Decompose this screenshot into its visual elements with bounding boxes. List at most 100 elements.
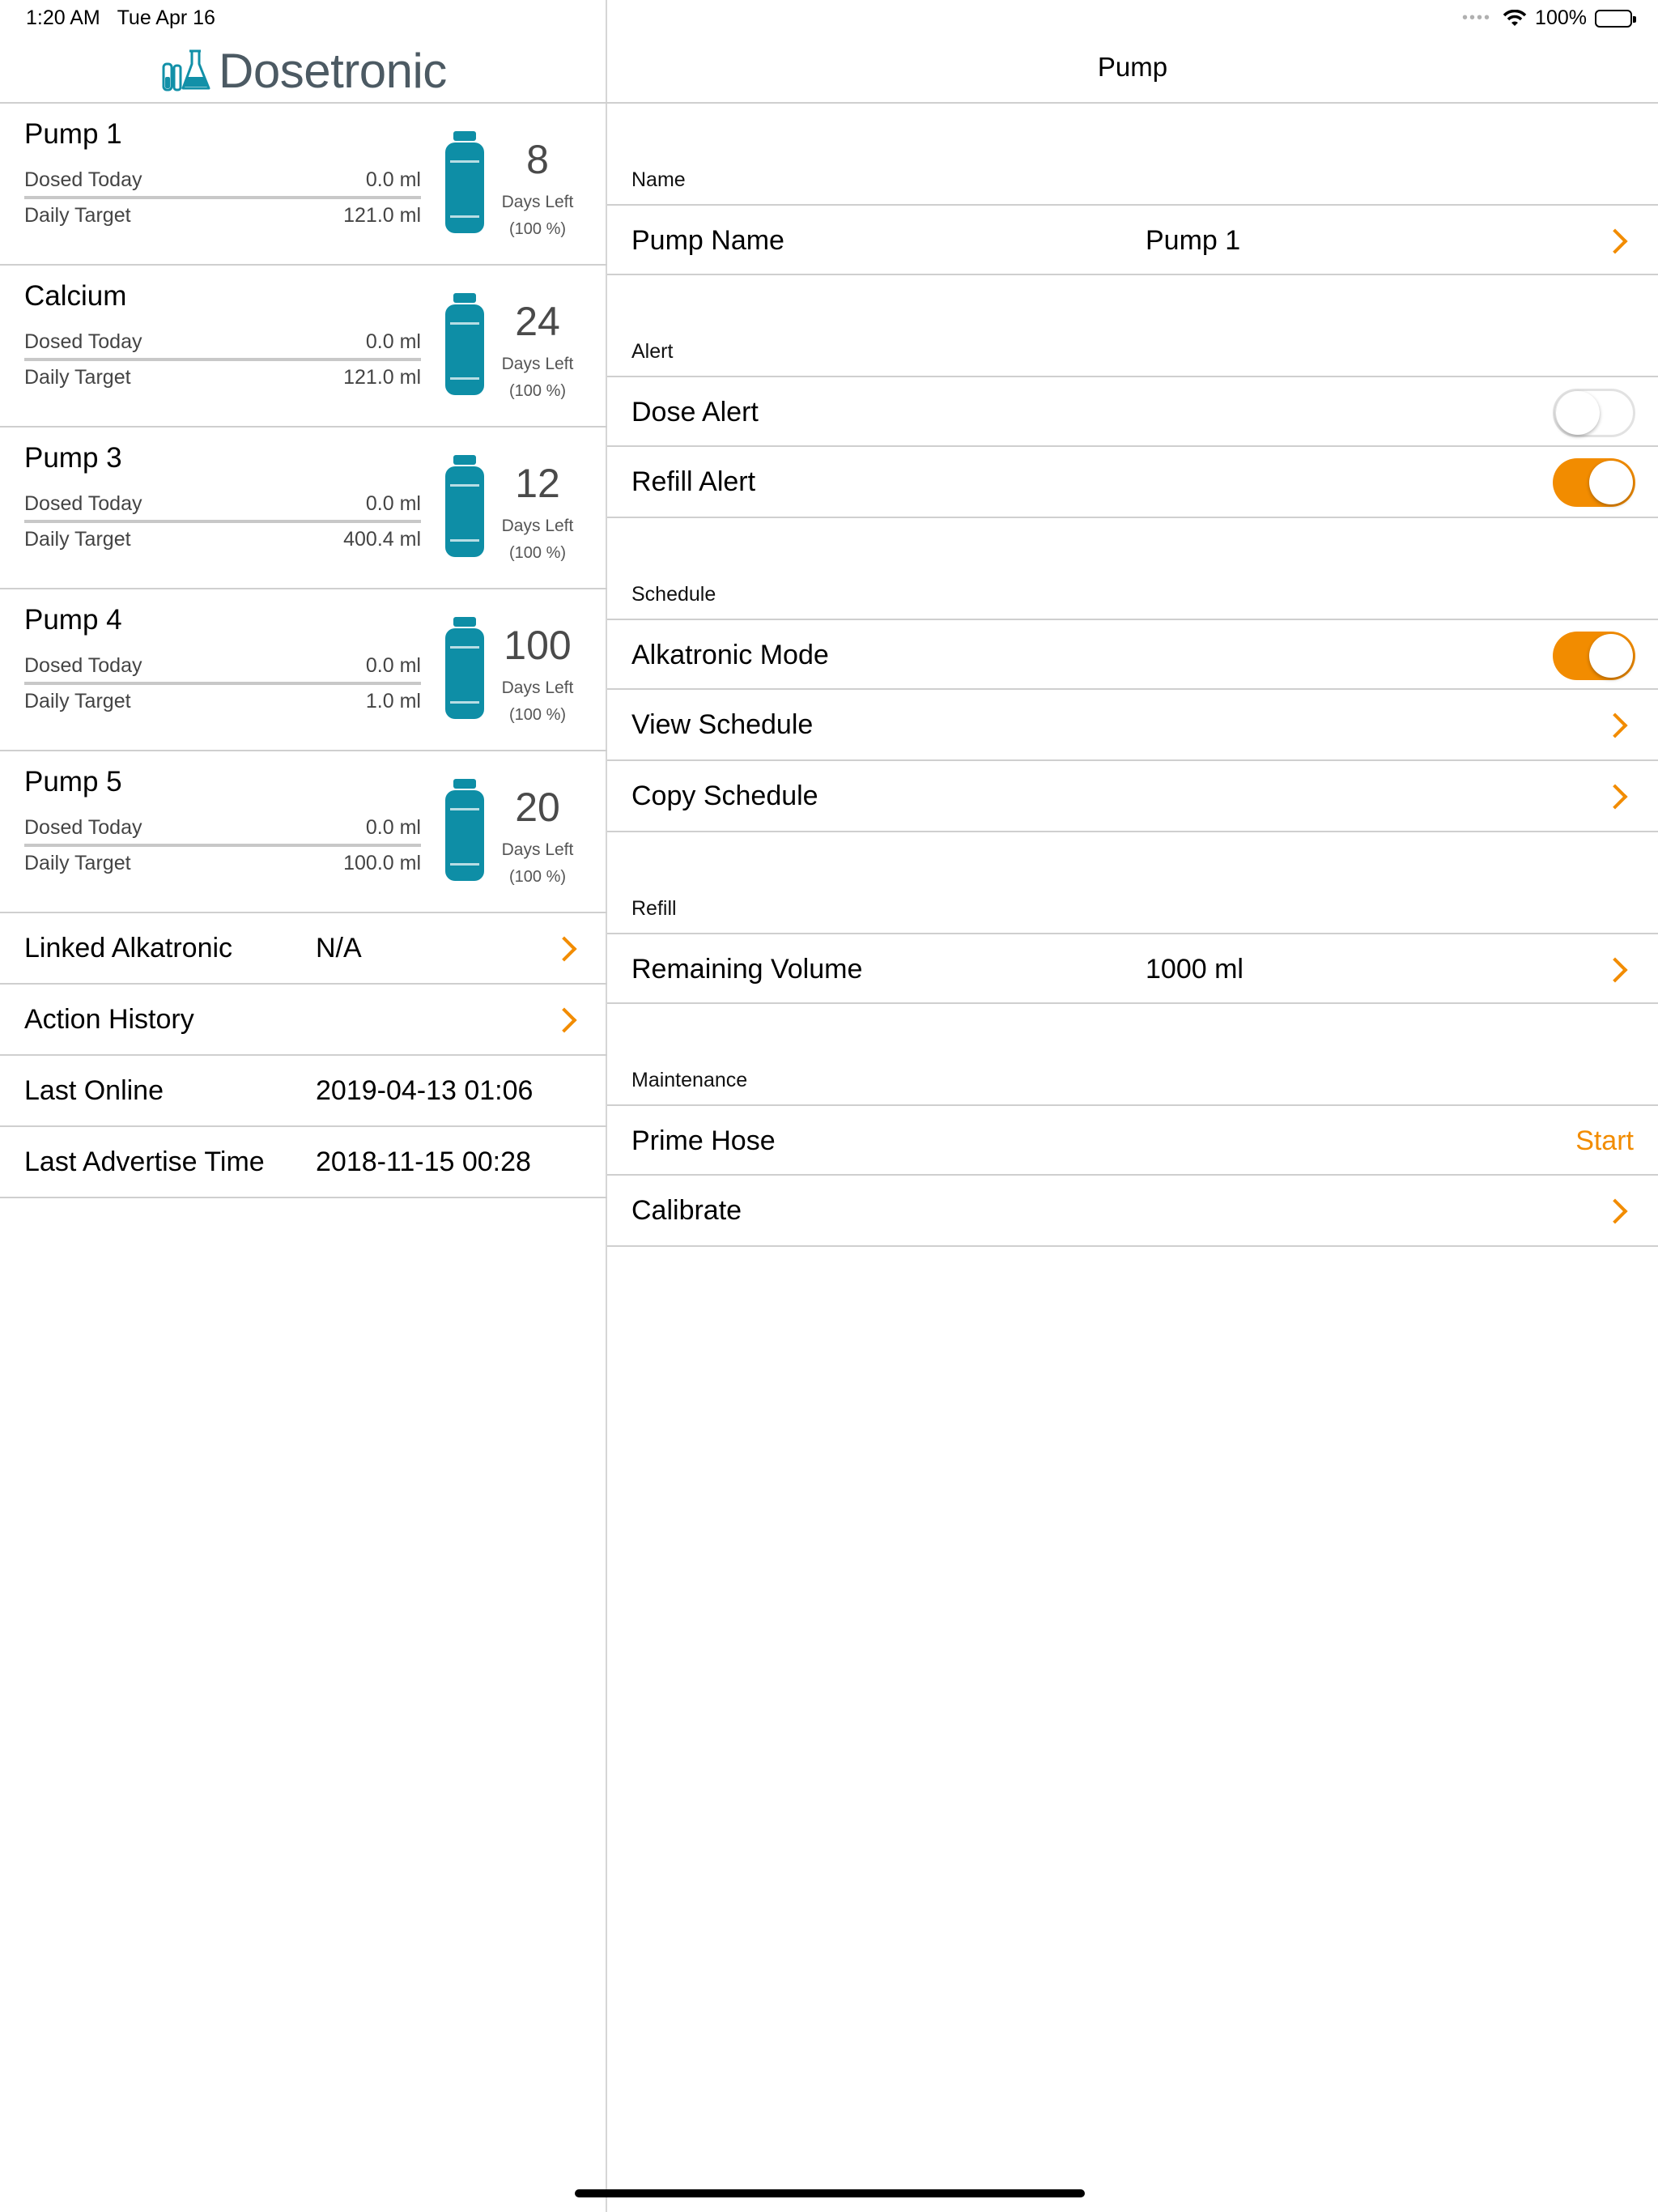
last-online-row: Last Online 2019-04-13 01:06: [0, 1056, 607, 1127]
info-title: Last Online: [24, 1075, 164, 1106]
chevron-right-icon: [551, 1007, 577, 1033]
fill-percent: (100 %): [508, 706, 567, 724]
brand-name: Dosetronic: [219, 43, 447, 98]
pump-row[interactable]: Pump 3 Dosed Today 0.0 ml Daily Target 400.4…: [0, 428, 607, 589]
info-title: Action History: [24, 1004, 194, 1035]
section-header-schedule: Schedule: [631, 583, 716, 606]
copy-schedule-label: Copy Schedule: [631, 781, 818, 811]
remaining-volume-value: 1000 ml: [1146, 954, 1244, 985]
brand-logo: Dosetronic: [162, 42, 447, 99]
home-indicator[interactable]: [575, 2189, 1085, 2197]
days-left-label: Days Left: [501, 840, 574, 859]
chevron-right-icon: [1602, 713, 1628, 738]
section-header-alert: Alert: [631, 340, 674, 363]
refill-alert-toggle[interactable]: [1553, 458, 1635, 507]
daily-target-label: Daily Target: [24, 690, 131, 713]
view-schedule-cell[interactable]: View Schedule: [607, 690, 1658, 761]
dosed-today-label: Dosed Today: [24, 168, 142, 191]
daily-target-value: 121.0 ml: [343, 366, 421, 389]
pump-row[interactable]: Pump 5 Dosed Today 0.0 ml Daily Target 100.0…: [0, 751, 607, 913]
dosed-today: Dosed Today 0.0 ml: [24, 330, 421, 361]
days-left-value: 24: [515, 299, 560, 344]
fill-percent: (100 %): [508, 544, 567, 562]
dosed-today-label: Dosed Today: [24, 492, 142, 515]
section-header-name: Name: [631, 168, 686, 191]
copy-schedule-cell[interactable]: Copy Schedule: [607, 761, 1658, 832]
pump-name: Pump 4: [24, 604, 122, 636]
pump-row[interactable]: Pump 4 Dosed Today 0.0 ml Daily Target 1.0 m…: [0, 589, 607, 751]
linked-alkatronic-row[interactable]: Linked Alkatronic N/A: [0, 913, 607, 985]
daily-target-value: 1.0 ml: [365, 690, 421, 713]
pump-row[interactable]: Calcium Dosed Today 0.0 ml Daily Target 121.…: [0, 266, 607, 428]
dosed-today: Dosed Today 0.0 ml: [24, 492, 421, 523]
chevron-right-icon: [551, 936, 577, 962]
section-header-maintenance: Maintenance: [631, 1069, 748, 1091]
pump-list-panel: Dosetronic Pump 1 Dosed Today 0.0 ml Daily …: [0, 0, 607, 2212]
daily-target-value: 400.4 ml: [343, 528, 421, 551]
prime-hose-cell: Prime Hose Start: [607, 1104, 1658, 1176]
daily-target-value: 121.0 ml: [343, 204, 421, 227]
refill-alert-cell: Refill Alert: [607, 447, 1658, 518]
dosed-today-label: Dosed Today: [24, 816, 142, 839]
dosed-today-label: Dosed Today: [24, 330, 142, 353]
prime-hose-start-button[interactable]: Start: [1575, 1125, 1634, 1157]
chevron-right-icon: [1602, 957, 1628, 983]
days-left-label: Days Left: [501, 678, 574, 697]
info-title: Linked Alkatronic: [24, 933, 233, 963]
view-schedule-label: View Schedule: [631, 709, 814, 740]
prime-hose-label: Prime Hose: [631, 1125, 776, 1156]
alkatronic-mode-cell: Alkatronic Mode: [607, 619, 1658, 690]
bottle-icon: [444, 293, 486, 395]
info-title: Last Advertise Time: [24, 1146, 265, 1177]
dose-alert-label: Dose Alert: [631, 397, 759, 428]
daily-target-label: Daily Target: [24, 204, 131, 227]
pump-name-value: Pump 1: [1146, 225, 1241, 256]
days-left-label: Days Left: [501, 517, 574, 535]
dose-alert-cell: Dose Alert: [607, 376, 1658, 447]
days-left-label: Days Left: [501, 355, 574, 373]
alkatronic-mode-toggle[interactable]: [1553, 632, 1635, 680]
pump-name-cell[interactable]: Pump Name Pump 1: [607, 204, 1658, 275]
calibrate-label: Calibrate: [631, 1195, 742, 1226]
dosed-today: Dosed Today 0.0 ml: [24, 654, 421, 685]
bottle-icon: [444, 617, 486, 719]
chevron-right-icon: [1602, 228, 1628, 254]
info-value: N/A: [316, 933, 362, 963]
bottle-icon: [444, 455, 486, 557]
bottle-icon: [444, 131, 486, 233]
dose-alert-toggle[interactable]: [1553, 389, 1635, 437]
chevron-right-icon: [1602, 1198, 1628, 1224]
bottle-icon: [444, 779, 486, 881]
calibrate-cell[interactable]: Calibrate: [607, 1176, 1658, 1247]
days-left-label: Days Left: [501, 193, 574, 211]
dosed-today-value: 0.0 ml: [365, 330, 421, 353]
dosed-today-label: Dosed Today: [24, 654, 142, 677]
daily-target-value: 100.0 ml: [343, 852, 421, 874]
days-left-value: 8: [526, 137, 549, 182]
info-value: 2019-04-13 01:06: [316, 1075, 534, 1106]
dosed-today: Dosed Today 0.0 ml: [24, 816, 421, 847]
pump-row[interactable]: Pump 1 Dosed Today 0.0 ml Daily Target 121.0…: [0, 104, 607, 266]
remaining-volume-label: Remaining Volume: [631, 954, 863, 985]
days-left-value: 20: [515, 785, 560, 830]
fill-percent: (100 %): [508, 382, 567, 400]
last-advertise-time-row: Last Advertise Time 2018-11-15 00:28: [0, 1127, 607, 1198]
refill-alert-label: Refill Alert: [631, 466, 756, 497]
alkatronic-mode-label: Alkatronic Mode: [631, 640, 829, 670]
pump-name: Pump 5: [24, 766, 122, 798]
pump-name: Calcium: [24, 280, 127, 312]
section-header-refill: Refill: [631, 897, 677, 920]
daily-target-label: Daily Target: [24, 366, 131, 389]
action-history-row[interactable]: Action History: [0, 985, 607, 1056]
dosed-today: Dosed Today 0.0 ml: [24, 168, 421, 199]
daily-target-label: Daily Target: [24, 528, 131, 551]
flask-icon: [162, 49, 210, 91]
fill-percent: (100 %): [508, 220, 567, 238]
info-value: 2018-11-15 00:28: [316, 1146, 531, 1177]
pump-name: Pump 3: [24, 442, 122, 474]
dosed-today-value: 0.0 ml: [365, 816, 421, 839]
dosed-today-value: 0.0 ml: [365, 654, 421, 677]
pump-name: Pump 1: [24, 118, 122, 150]
detail-title: Pump: [1097, 52, 1168, 82]
remaining-volume-cell[interactable]: Remaining Volume 1000 ml: [607, 933, 1658, 1004]
